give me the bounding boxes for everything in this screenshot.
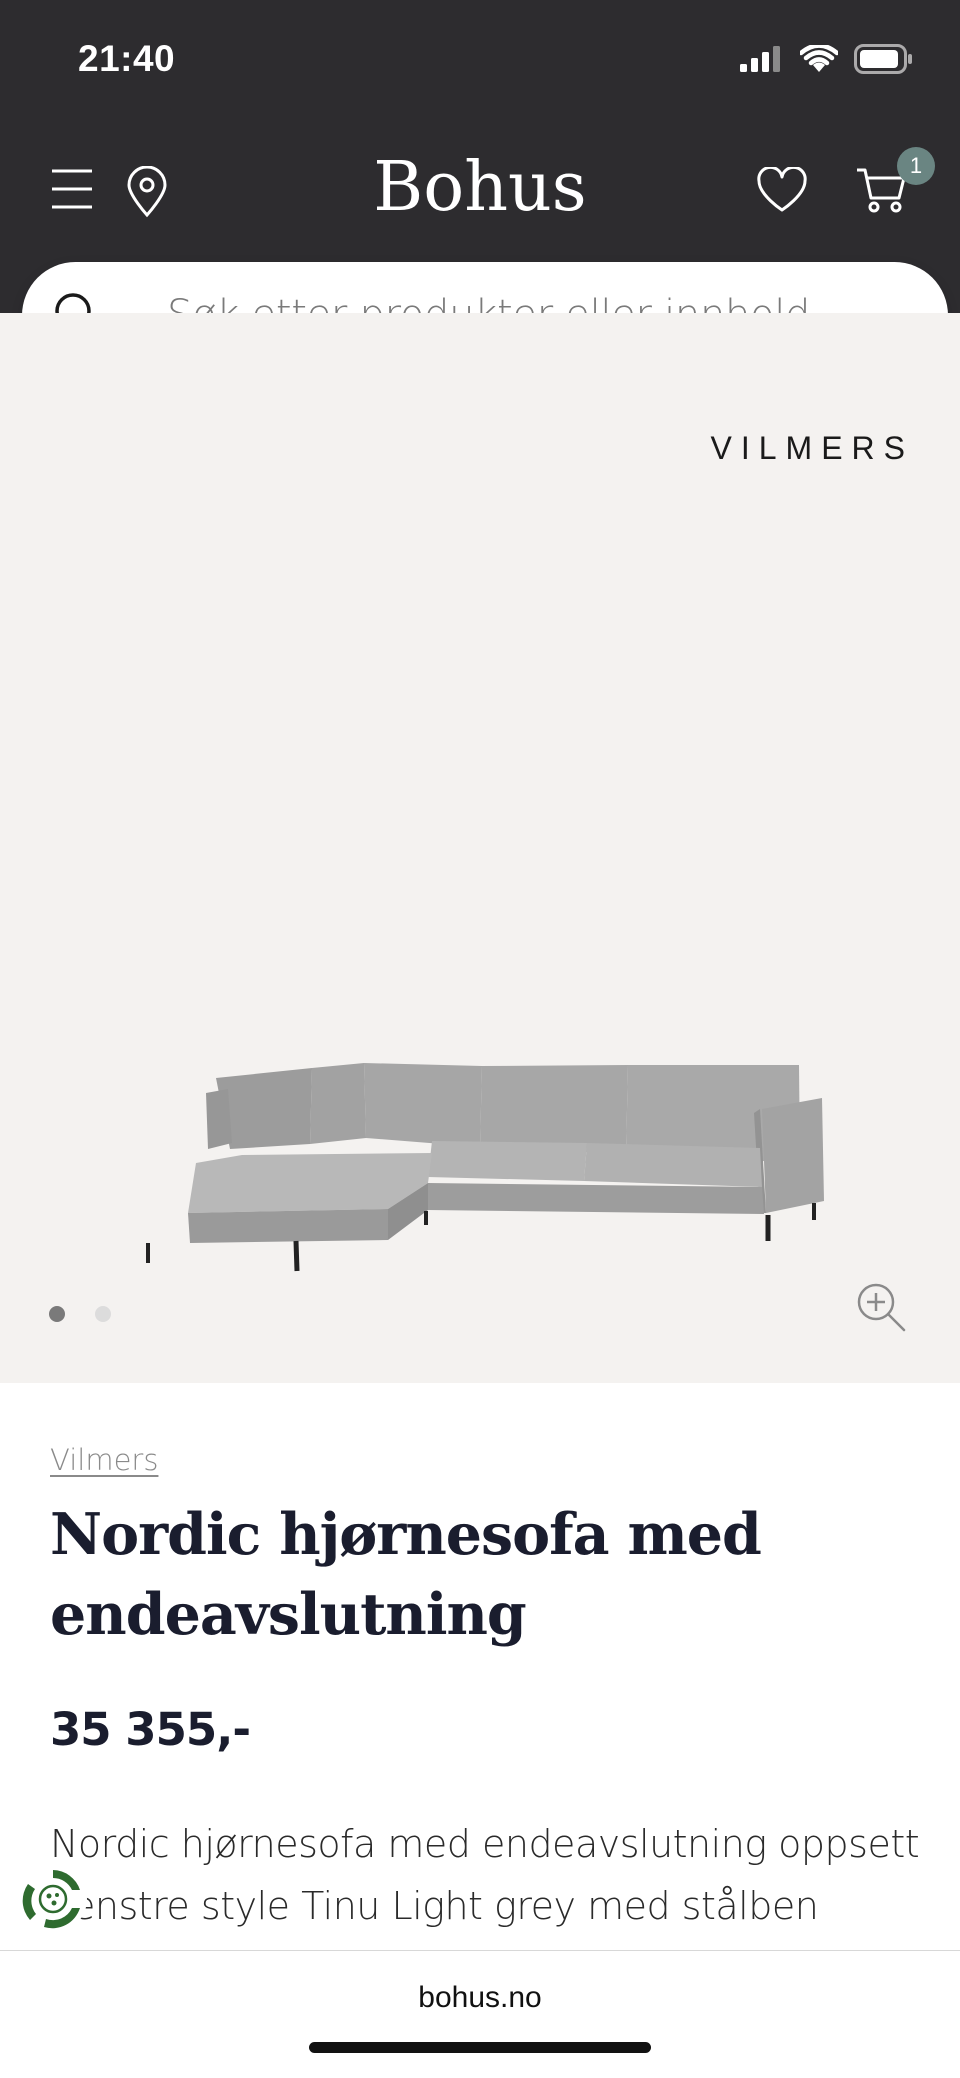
- gallery-pagination[interactable]: [49, 1306, 111, 1322]
- home-indicator[interactable]: [309, 2042, 651, 2053]
- gallery-dot-2[interactable]: [95, 1306, 111, 1322]
- gallery-dot-1[interactable]: [49, 1306, 65, 1322]
- product-price: 35 355,-: [50, 1703, 251, 1756]
- vendor-link[interactable]: Vilmers: [50, 1443, 158, 1477]
- product-description: Nordic hjørnesofa med endeavslutning opp…: [50, 1822, 920, 1928]
- battery-icon: [854, 44, 912, 74]
- brand-logo[interactable]: Bohus: [0, 148, 960, 227]
- heart-icon: [757, 167, 807, 212]
- sofa-product-image: [146, 1063, 824, 1272]
- status-time: 21:40: [78, 38, 176, 79]
- gallery-brand-mark: VILMERS: [710, 430, 914, 466]
- signal-icon: [740, 46, 780, 72]
- zoom-in-icon[interactable]: [855, 1281, 907, 1333]
- product-gallery[interactable]: VILMERS: [0, 313, 960, 1383]
- wifi-icon: [800, 45, 838, 72]
- browser-address-bar[interactable]: bohus.no: [0, 1950, 960, 2078]
- wishlist-button[interactable]: [756, 167, 808, 213]
- cart-count-badge: 1: [897, 147, 935, 185]
- browser-url[interactable]: bohus.no: [0, 1981, 960, 2015]
- status-icons: [740, 44, 914, 74]
- product-title: Nordic hjørnesofa med endeavslutning: [50, 1501, 762, 1648]
- eco-badge-icon[interactable]: [16, 1862, 90, 1936]
